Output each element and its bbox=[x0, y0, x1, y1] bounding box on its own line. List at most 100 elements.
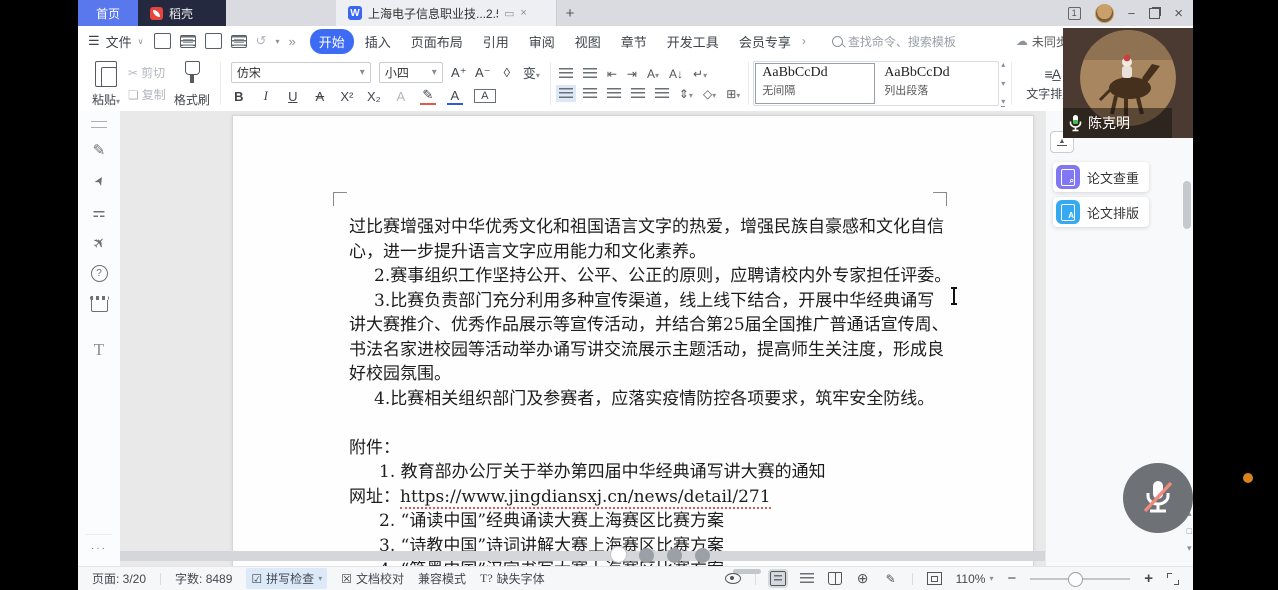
bullet-list-icon[interactable] bbox=[559, 68, 573, 79]
page-view-icon[interactable] bbox=[770, 571, 786, 586]
next-page-icon[interactable]: ▾ bbox=[1187, 543, 1192, 554]
more-qat-icon[interactable]: » bbox=[288, 34, 295, 49]
compat-mode-label[interactable]: 兼容模式 bbox=[418, 570, 466, 587]
cut-button[interactable]: ✂ 剪切 bbox=[128, 64, 166, 81]
pinyin-guide-button[interactable]: 变▾ bbox=[523, 63, 540, 82]
document-text[interactable]: 过比赛增强对中华优秀文化和祖国语言文字的热爱，增强民族自豪感和文化自信 心，进一… bbox=[349, 215, 931, 566]
spell-check-toggle[interactable]: ☑ 拼写检查 ▾ bbox=[246, 568, 327, 589]
align-center-icon[interactable] bbox=[583, 88, 597, 99]
document-canvas[interactable]: 过比赛增强对中华优秀文化和祖国语言文字的热爱，增强民族自豪感和文化自信 心，进一… bbox=[120, 111, 1045, 566]
sort-icon[interactable]: A↓ bbox=[669, 67, 683, 81]
save-icon[interactable] bbox=[180, 35, 196, 48]
align-left-icon[interactable] bbox=[559, 88, 573, 99]
minimize-button[interactable]: − bbox=[1128, 6, 1136, 21]
distribute-icon[interactable] bbox=[655, 88, 669, 99]
paste-button[interactable]: 粘贴▾ bbox=[86, 56, 126, 111]
print-preview-icon[interactable] bbox=[231, 35, 247, 48]
file-menu[interactable]: ☰ 文件 ∨ bbox=[88, 32, 144, 51]
web-view-icon[interactable]: ⊕ bbox=[856, 572, 870, 585]
account-avatar[interactable] bbox=[1095, 4, 1114, 23]
tab-start[interactable]: 开始 bbox=[310, 29, 354, 54]
subscript-button[interactable]: X₂ bbox=[366, 89, 382, 104]
print-icon[interactable] bbox=[205, 33, 222, 49]
hyperlink[interactable]: https://www.jingdiansxj.cn/news/detail/2… bbox=[400, 487, 771, 509]
tab-preview-icon[interactable]: ▭ bbox=[504, 7, 514, 20]
increase-font-button[interactable]: A⁺ bbox=[451, 65, 467, 81]
numbered-list-icon[interactable] bbox=[583, 68, 597, 79]
superscript-button[interactable]: X² bbox=[339, 89, 355, 104]
page-dot[interactable] bbox=[639, 548, 654, 563]
tab-review[interactable]: 审阅 bbox=[520, 29, 564, 54]
asian-layout-icon[interactable]: A▾ bbox=[647, 67, 659, 81]
copy-button[interactable]: ❏ 复制 bbox=[128, 86, 166, 103]
mic-muted-button[interactable] bbox=[1123, 463, 1193, 533]
style-no-spacing[interactable]: AaBbCcDd 无间隔 bbox=[754, 62, 876, 105]
command-search[interactable]: 查找命令、搜索模板 bbox=[832, 33, 956, 50]
undo-icon[interactable]: ↺ bbox=[256, 33, 267, 49]
vertical-scrollbar[interactable] bbox=[1183, 181, 1191, 229]
text-tool-icon[interactable]: T bbox=[78, 334, 120, 365]
tab-view[interactable]: 视图 bbox=[566, 29, 610, 54]
style-scroll-up-icon[interactable]: ▴ bbox=[1001, 60, 1005, 69]
undo-dropdown-icon[interactable]: ▾ bbox=[275, 37, 279, 46]
page-dot[interactable] bbox=[695, 548, 710, 563]
font-color-button[interactable]: A bbox=[447, 88, 463, 105]
zoom-out-button[interactable]: − bbox=[1007, 570, 1016, 587]
document-page[interactable]: 过比赛增强对中华优秀文化和祖国语言文字的热爱，增强民族自豪感和文化自信 心，进一… bbox=[232, 115, 1034, 566]
tab-insert[interactable]: 插入 bbox=[356, 29, 400, 54]
select-browse-icon[interactable]: □ bbox=[1187, 526, 1192, 536]
tab-references[interactable]: 引用 bbox=[474, 29, 518, 54]
participant-video-tile[interactable]: 陈克明 bbox=[1063, 28, 1193, 138]
tab-member[interactable]: 会员专享 bbox=[730, 29, 800, 54]
tab-dev-tools[interactable]: 开发工具 bbox=[658, 29, 728, 54]
eye-protect-icon[interactable] bbox=[725, 573, 741, 584]
strikethrough-button[interactable]: A bbox=[312, 89, 328, 104]
tab-document[interactable]: W 上海电子信息职业技...2.5.13(3) ▭ × bbox=[336, 0, 557, 26]
style-more-icon[interactable]: ▾ bbox=[1001, 97, 1005, 107]
word-count[interactable]: 字数: 8489 bbox=[175, 570, 232, 587]
highlight-button[interactable]: ✎ bbox=[420, 87, 436, 105]
char-border-button[interactable]: A bbox=[474, 89, 496, 103]
zoom-in-button[interactable]: + bbox=[1144, 570, 1153, 587]
tab-page-layout[interactable]: 页面布局 bbox=[402, 29, 472, 54]
italic-button[interactable]: I bbox=[258, 88, 274, 104]
new-doc-icon[interactable] bbox=[154, 33, 171, 49]
text-effect-button[interactable]: A bbox=[393, 89, 409, 104]
page-dot[interactable] bbox=[667, 548, 682, 563]
borders-icon[interactable]: ⊞▾ bbox=[726, 87, 740, 101]
paper-format-button[interactable]: A 论文排版 bbox=[1053, 197, 1149, 227]
zoom-slider-knob[interactable] bbox=[1068, 572, 1083, 587]
zoom-slider[interactable] bbox=[1030, 578, 1130, 580]
tab-home[interactable]: 首页 bbox=[78, 0, 138, 26]
underline-button[interactable]: U bbox=[285, 89, 301, 104]
more-tabs-icon[interactable]: › bbox=[802, 34, 806, 48]
style-list-paragraph[interactable]: AaBbCcDd 列出段落 bbox=[876, 62, 998, 105]
font-size-select[interactable]: 小四▾ bbox=[379, 62, 443, 83]
style-scroll-down-icon[interactable]: ▾ bbox=[1001, 79, 1005, 88]
read-view-icon[interactable] bbox=[828, 572, 842, 585]
rail-more-icon[interactable]: ··· bbox=[86, 534, 111, 554]
missing-font-button[interactable]: T? 缺失字体 bbox=[480, 570, 545, 587]
new-tab-button[interactable]: + bbox=[557, 0, 583, 26]
horizontal-scrollbar[interactable] bbox=[120, 551, 1045, 561]
fit-page-icon[interactable] bbox=[927, 572, 942, 585]
page-indicator[interactable]: 页面: 3/20 bbox=[92, 570, 146, 587]
decrease-font-button[interactable]: A⁻ bbox=[475, 65, 491, 81]
decrease-indent-icon[interactable]: ⇤ bbox=[607, 67, 617, 81]
para-mark-icon[interactable]: ↵▾ bbox=[693, 67, 707, 81]
ink-icon[interactable]: ✎ bbox=[884, 572, 898, 585]
shading-icon[interactable]: ◇▾ bbox=[703, 87, 716, 101]
rail-drag-handle[interactable] bbox=[91, 121, 107, 128]
line-spacing-icon[interactable]: ⇕▾ bbox=[679, 87, 693, 101]
font-name-select[interactable]: 仿宋▾ bbox=[231, 62, 371, 83]
close-button[interactable]: × bbox=[1174, 5, 1183, 22]
zoom-level[interactable]: 110%▾ bbox=[956, 572, 994, 586]
tab-close-icon[interactable]: × bbox=[520, 7, 526, 19]
justify-icon[interactable] bbox=[631, 88, 645, 99]
fullscreen-icon[interactable] bbox=[1167, 573, 1179, 585]
paper-check-button[interactable]: ⌕ 论文查重 bbox=[1053, 162, 1149, 192]
page-dot[interactable] bbox=[610, 546, 627, 563]
sync-status[interactable]: ☁ 未同步 bbox=[1016, 33, 1068, 50]
tab-section[interactable]: 章节 bbox=[612, 29, 656, 54]
increase-indent-icon[interactable]: ⇥ bbox=[627, 67, 637, 81]
